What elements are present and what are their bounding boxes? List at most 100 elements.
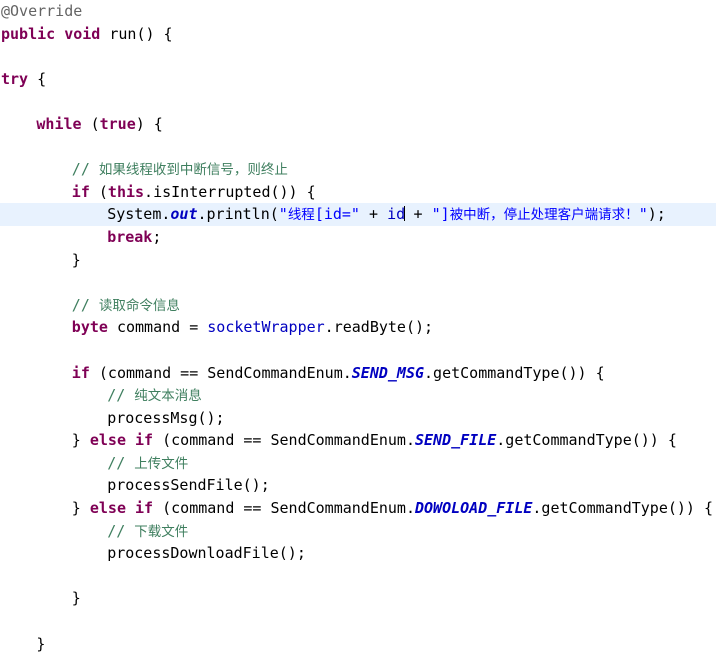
token-keyword: while xyxy=(36,114,82,133)
token-plain: } xyxy=(71,250,81,269)
token-keyword: true xyxy=(99,114,136,133)
token-plain: (command == SendCommandEnum. xyxy=(89,363,352,382)
token-plain: processMsg(); xyxy=(107,408,225,427)
token-keyword: if xyxy=(135,431,154,450)
token-string-cjk: 被中断，停止处理客户端请求！ xyxy=(450,205,639,223)
token-plain: .println( xyxy=(197,205,279,224)
token-plain: } xyxy=(71,499,90,518)
token-plain: command = xyxy=(107,318,208,337)
token-plain: .getCommandType()) { xyxy=(424,363,605,382)
token-field: id xyxy=(387,205,406,224)
token-static: out xyxy=(170,205,198,224)
token-string: [id=" xyxy=(314,205,360,224)
code-line-blank[interactable] xyxy=(0,45,716,68)
code-line[interactable]: } else if (command == SendCommandEnum.SE… xyxy=(0,429,716,452)
token-comment-cjk: 如果线程收到中断信号，则终止 xyxy=(99,160,288,178)
token-comment: // xyxy=(107,386,135,405)
token-comment-cjk: 纯文本消息 xyxy=(134,386,202,404)
token-annotation: @Override xyxy=(1,2,83,20)
token-string-cjk: 线程 xyxy=(288,205,315,223)
token-plain: .readByte(); xyxy=(324,318,434,337)
code-line[interactable]: System.out.println( " 线程[id=" + id + "]被中断… xyxy=(0,203,716,226)
token-plain: ; xyxy=(152,227,162,246)
token-plain: processSendFile(); xyxy=(107,476,270,495)
token-plain: System. xyxy=(107,205,171,224)
token-string: "] xyxy=(431,205,450,224)
code-line[interactable]: break; xyxy=(0,226,716,249)
token-plain: .getCommandType()) { xyxy=(532,499,714,518)
code-line-blank[interactable] xyxy=(0,136,716,159)
code-line[interactable]: try { xyxy=(0,68,716,91)
cjk-text: 纯文本消息 xyxy=(134,388,202,405)
token-plain: + xyxy=(404,205,432,224)
code-line[interactable]: if (command == SendCommandEnum.SEND_MSG.… xyxy=(0,362,716,385)
token-keyword: else xyxy=(89,431,126,450)
code-line[interactable]: if (this.isInterrupted()) { xyxy=(0,181,716,204)
code-line-blank[interactable] xyxy=(0,610,716,633)
code-line[interactable]: } xyxy=(0,633,716,655)
token-keyword: if xyxy=(135,499,154,518)
token-keyword: void xyxy=(64,24,101,43)
cjk-text: 被中断，停止处理客户端请求！ xyxy=(449,207,639,224)
token-keyword: break xyxy=(107,227,153,246)
token-keyword: public xyxy=(1,24,56,43)
code-line[interactable]: // 如果线程收到中断信号，则终止 xyxy=(0,158,716,181)
token-plain: (command == SendCommandEnum. xyxy=(153,499,415,518)
token-keyword: try xyxy=(1,69,29,88)
code-line[interactable]: } xyxy=(0,587,716,610)
token-comment-cjk: 下载文件 xyxy=(134,522,188,540)
code-line[interactable]: } xyxy=(0,249,716,272)
token-plain: (command == SendCommandEnum. xyxy=(153,431,415,450)
token-keyword: if xyxy=(71,182,90,201)
token-enum: SEND_MSG xyxy=(351,363,425,382)
cjk-text: 上传文件 xyxy=(134,455,189,472)
code-line[interactable]: while (true) { xyxy=(0,113,716,136)
token-plain: ); xyxy=(647,205,666,224)
code-line[interactable]: @Override xyxy=(0,0,716,23)
token-plain: run() { xyxy=(100,24,173,43)
code-line[interactable]: processMsg(); xyxy=(0,407,716,430)
token-enum: SEND_FILE xyxy=(414,431,497,450)
token-comment: // xyxy=(71,295,99,314)
token-plain: .getCommandType()) { xyxy=(496,431,677,450)
token-field: socketWrapper xyxy=(207,318,325,337)
token-plain: { xyxy=(28,69,47,88)
token-enum: DOWOLOAD_FILE xyxy=(414,499,533,518)
token-plain: ) { xyxy=(135,114,163,133)
code-line[interactable]: // 纯文本消息 xyxy=(0,384,716,407)
code-line[interactable]: } else if (command == SendCommandEnum.DO… xyxy=(0,497,716,520)
cjk-text: 读取命令信息 xyxy=(98,297,180,314)
cjk-text: 下载文件 xyxy=(134,523,189,540)
code-line[interactable]: public void run() { xyxy=(0,23,716,46)
code-editor[interactable]: @Override public void run() { try { while… xyxy=(0,0,716,653)
code-line-blank[interactable] xyxy=(0,90,716,113)
code-line[interactable]: processDownloadFile(); xyxy=(0,542,716,565)
code-line[interactable]: // 上传文件 xyxy=(0,452,716,475)
token-comment: // xyxy=(71,160,99,179)
token-plain: } xyxy=(71,431,90,450)
code-line-blank[interactable] xyxy=(0,565,716,588)
code-line-blank[interactable] xyxy=(0,339,716,362)
code-line[interactable]: // 读取命令信息 xyxy=(0,294,716,317)
code-line[interactable]: // 下载文件 xyxy=(0,520,716,543)
code-text-area[interactable]: @Override public void run() { try { while… xyxy=(0,0,716,655)
cjk-text: 如果线程收到中断信号，则终止 xyxy=(98,162,288,179)
code-line[interactable]: byte command = socketWrapper.readByte(); xyxy=(0,316,716,339)
token-plain: processDownloadFile(); xyxy=(107,544,306,563)
token-comment-cjk: 读取命令信息 xyxy=(99,296,180,314)
token-string: " xyxy=(638,205,648,224)
token-plain: ( xyxy=(81,114,100,133)
code-line[interactable]: processSendFile(); xyxy=(0,474,716,497)
token-comment-cjk: 上传文件 xyxy=(134,454,188,472)
token-keyword: if xyxy=(71,363,90,382)
token-comment: // xyxy=(107,453,135,472)
token-keyword: this xyxy=(107,182,145,201)
code-line-blank[interactable] xyxy=(0,271,716,294)
token-plain: + xyxy=(359,205,388,224)
token-plain: } xyxy=(71,589,81,608)
cjk-text: 线程 xyxy=(287,207,315,224)
token-plain: ( xyxy=(89,182,108,201)
token-keyword: byte xyxy=(71,318,108,337)
